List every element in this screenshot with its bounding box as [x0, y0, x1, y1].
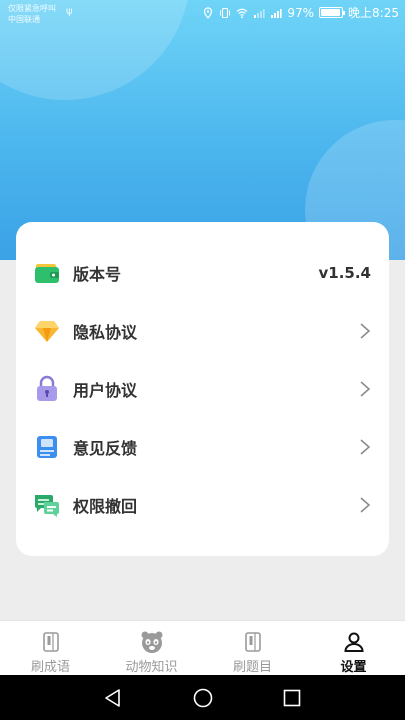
tab-settings-label: 设置: [340, 660, 367, 675]
battery-icon: [319, 7, 346, 18]
panda-icon: [141, 631, 162, 653]
chevron-right-icon: [360, 439, 371, 455]
settings-card: 版本号 v1.5.4 隐私协议 用户协议 意见反馈 权限撤回: [16, 222, 389, 556]
tab-questions-label: 刷题目: [232, 660, 272, 675]
settings-row-revoke-permission[interactable]: 权限撤回: [16, 476, 389, 534]
diamond-icon: [35, 321, 59, 342]
wallet-icon: [35, 264, 59, 283]
notebook-icon: [37, 436, 57, 458]
privacy-label: 隐私协议: [73, 323, 138, 342]
tab-animal-knowledge-label: 动物知识: [125, 660, 178, 675]
bottom-tab-bar: 刷成语 动物知识 刷题目 设置: [0, 620, 405, 675]
settings-screen: 仅限紧急呼叫 中国联通 ψ 97% 晚上8:25 版本号 v1.5.4 隐私协议…: [0, 0, 405, 720]
carrier-line2: 中国联通: [8, 15, 40, 24]
header-background: [0, 0, 405, 260]
revoke-permission-label: 权限撤回: [73, 497, 138, 516]
recents-icon[interactable]: [281, 687, 303, 709]
chevron-right-icon: [360, 497, 371, 513]
usb-icon: ψ: [66, 6, 73, 17]
back-icon[interactable]: [102, 687, 124, 709]
tab-idioms[interactable]: 刷成语: [0, 621, 101, 676]
status-bar: 仅限紧急呼叫 中国联通 ψ 97% 晚上8:25: [0, 0, 405, 28]
chevron-right-icon: [360, 381, 371, 397]
carrier-info: 仅限紧急呼叫 中国联通: [8, 3, 56, 25]
settings-row-user-agreement[interactable]: 用户协议: [16, 360, 389, 418]
tab-questions[interactable]: 刷题目: [202, 621, 303, 676]
home-icon[interactable]: [192, 687, 214, 709]
tab-settings[interactable]: 设置: [303, 621, 404, 676]
clock: 晚上8:25: [348, 6, 399, 20]
settings-row-version: 版本号 v1.5.4: [16, 244, 389, 302]
status-icons: 97% 晚上8:25: [202, 4, 399, 21]
tab-animal-knowledge[interactable]: 动物知识: [101, 621, 202, 676]
chat-bubbles-icon: [35, 495, 59, 517]
settings-row-privacy[interactable]: 隐私协议: [16, 302, 389, 360]
system-nav-bar: [0, 675, 405, 720]
lock-icon: [37, 375, 57, 401]
chevron-right-icon: [360, 323, 371, 339]
wifi-icon: [236, 8, 248, 18]
user-icon: [343, 632, 364, 652]
battery-percent: 97%: [287, 5, 315, 20]
vibrate-icon: [220, 7, 231, 18]
tab-idioms-label: 刷成语: [30, 660, 70, 675]
signal-2-icon: [271, 8, 282, 18]
carrier-line1: 仅限紧急呼叫: [8, 4, 56, 13]
book-icon: [42, 632, 59, 652]
settings-row-feedback[interactable]: 意见反馈: [16, 418, 389, 476]
version-label: 版本号: [73, 265, 122, 284]
signal-1-icon: [254, 8, 265, 18]
book-icon: [244, 632, 261, 652]
feedback-label: 意见反馈: [73, 439, 138, 458]
location-icon: [204, 6, 213, 19]
version-value: v1.5.4: [318, 264, 372, 282]
user-agreement-label: 用户协议: [73, 381, 138, 400]
